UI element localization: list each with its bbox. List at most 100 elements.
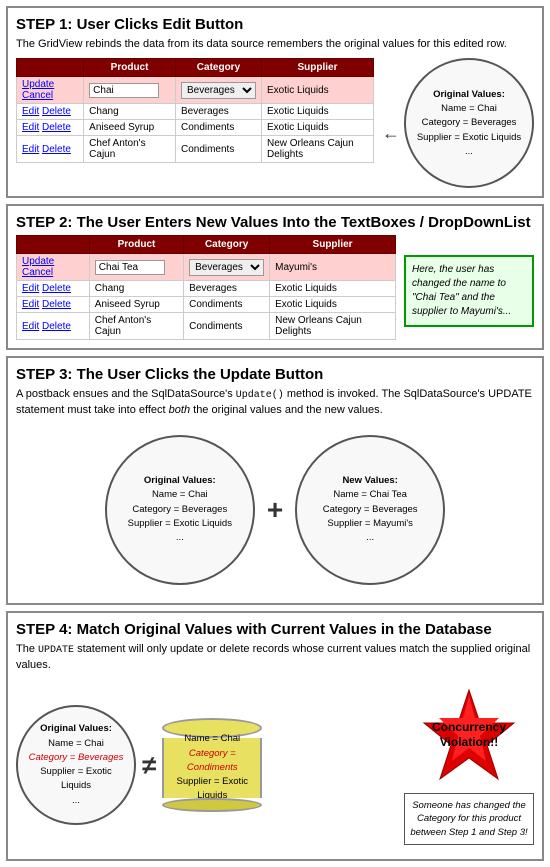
plus-sign: +: [267, 494, 283, 526]
row1-category: Beverages: [175, 104, 261, 120]
s2-cancel-link[interactable]: Cancel: [22, 267, 53, 278]
s4-orig-line3: Supplier = Exotic Liquids: [40, 766, 112, 791]
bubble-content: Original Values: Name = Chai Category = …: [417, 88, 521, 159]
bubble-line2: Category = Beverages: [422, 117, 517, 128]
step1-content: Product Category Supplier Update Cancel: [16, 58, 534, 188]
product-input[interactable]: [89, 83, 159, 98]
s4-orig-ellipsis: ...: [72, 795, 80, 806]
concurrency-star: Concurrency Violation!!: [414, 685, 524, 785]
s2-row2-supplier: Exotic Liquids: [270, 297, 396, 313]
step3-original-text: Original Values: Name = Chai Category = …: [128, 474, 232, 545]
s2-row1-category: Beverages: [184, 281, 270, 297]
s2-delete-link-2[interactable]: Delete: [42, 299, 71, 310]
row3-category: Condiments: [175, 136, 261, 163]
s2-delete-link-1[interactable]: Delete: [42, 283, 71, 294]
both-em: both: [169, 404, 190, 416]
s2-product-input[interactable]: [95, 260, 165, 275]
bubble-line1: Name = Chai: [441, 103, 497, 114]
s2-table-row-edit: Update Cancel Beverages Mayumi's: [17, 254, 396, 281]
category-select[interactable]: Beverages: [181, 82, 256, 99]
s3-new-ellipsis: ...: [366, 532, 374, 543]
step1-description: The GridView rebinds the data from its d…: [16, 37, 534, 52]
s2-edit-link-3[interactable]: Edit: [22, 321, 39, 332]
row2-supplier: Exotic Liquids: [261, 120, 373, 136]
s2-row3-category: Condiments: [184, 313, 270, 340]
step4-orig-text: Original Values: Name = Chai Category = …: [28, 722, 124, 808]
s2-col-category: Category: [184, 236, 270, 254]
step3-original-circle: Original Values: Name = Chai Category = …: [105, 435, 255, 585]
italic-note-text: Someone has changed the Category for thi…: [410, 800, 527, 838]
bubble-title: Original Values:: [433, 89, 505, 100]
s2-edit-category: Beverages: [184, 254, 270, 281]
s2-col-supplier: Supplier: [270, 236, 396, 254]
s2-category-select[interactable]: Beverages: [189, 259, 264, 276]
edit-link-3[interactable]: Edit: [22, 144, 39, 155]
step2-table-wrap: Product Category Supplier Update Cancel: [16, 235, 396, 340]
step4-right: Concurrency Violation!! Someone has chan…: [404, 685, 534, 845]
step1-grid-table: Product Category Supplier Update Cancel: [16, 58, 374, 163]
row1-actions: Edit Delete: [17, 104, 84, 120]
s2-table-row: Edit Delete Aniseed Syrup Condiments Exo…: [17, 297, 396, 313]
col-supplier-header: Supplier: [261, 59, 373, 77]
s2-table-row: Edit Delete Chef Anton's Cajun Condiment…: [17, 313, 396, 340]
s2-edit-supplier: Mayumi's: [270, 254, 396, 281]
arrow-icon: ←: [382, 123, 400, 144]
table-row: Edit Delete Chef Anton's Cajun Condiment…: [17, 136, 374, 163]
db-line2: Category = Condiments: [187, 748, 238, 773]
step4-db-cylinder: Name = Chai Category = Condiments Suppli…: [162, 718, 262, 812]
s3-new-line2: Category = Beverages: [323, 504, 418, 515]
s2-col-actions: [17, 236, 90, 254]
s2-row3-actions: Edit Delete: [17, 313, 90, 340]
s3-orig-ellipsis: ...: [176, 532, 184, 543]
s3-new-line1: Name = Chai Tea: [333, 489, 407, 500]
s3-orig-line2: Category = Beverages: [132, 504, 227, 515]
edit-link-1[interactable]: Edit: [22, 106, 39, 117]
step4-section: STEP 4: Match Original Values with Curre…: [6, 611, 544, 861]
s3-new-line3: Supplier = Mayumi's: [327, 518, 413, 529]
step1-section: STEP 1: User Clicks Edit Button The Grid…: [6, 6, 544, 198]
col-actions-header: [17, 59, 84, 77]
edit-link-2[interactable]: Edit: [22, 122, 39, 133]
step2-title: STEP 2: The User Enters New Values Into …: [16, 214, 534, 231]
update-link[interactable]: Update: [22, 79, 54, 90]
step1-title: STEP 1: User Clicks Edit Button: [16, 16, 534, 33]
s2-row2-product: Aniseed Syrup: [89, 297, 183, 313]
concurrency-label: Concurrency Violation!!: [414, 720, 524, 751]
delete-link-1[interactable]: Delete: [42, 106, 71, 117]
s3-orig-line3: Supplier = Exotic Liquids: [128, 518, 232, 529]
table-row: Edit Delete Aniseed Syrup Condiments Exo…: [17, 120, 374, 136]
edit-row-product: [84, 77, 176, 104]
s2-edit-actions: Update Cancel: [17, 254, 90, 281]
s2-col-product: Product: [89, 236, 183, 254]
s2-edit-product: [89, 254, 183, 281]
s2-edit-link-1[interactable]: Edit: [22, 283, 39, 294]
db-line1: Name = Chai: [184, 733, 240, 744]
row2-actions: Edit Delete: [17, 120, 84, 136]
step3-new-circle: New Values: Name = Chai Tea Category = B…: [295, 435, 445, 585]
s2-delete-link-3[interactable]: Delete: [42, 321, 71, 332]
step3-title: STEP 3: The User Clicks the Update Butto…: [16, 366, 534, 383]
delete-link-2[interactable]: Delete: [42, 122, 71, 133]
cylinder-body: Name = Chai Category = Condiments Suppli…: [162, 738, 262, 798]
col-product-header: Product: [84, 59, 176, 77]
step2-section: STEP 2: The User Enters New Values Into …: [6, 204, 544, 350]
row2-category: Condiments: [175, 120, 261, 136]
s3-new-title: New Values:: [342, 475, 397, 486]
delete-link-3[interactable]: Delete: [42, 144, 71, 155]
italic-note-box: Someone has changed the Category for thi…: [404, 793, 534, 845]
s4-orig-line2: Category = Beverages: [29, 752, 124, 763]
row3-actions: Edit Delete: [17, 136, 84, 163]
cylinder-bottom: [162, 798, 262, 812]
s2-update-link[interactable]: Update: [22, 256, 54, 267]
update-code: Update(): [236, 390, 284, 401]
s2-row1-actions: Edit Delete: [17, 281, 90, 297]
s2-edit-link-2[interactable]: Edit: [22, 299, 39, 310]
s3-orig-line1: Name = Chai: [152, 489, 208, 500]
cancel-link[interactable]: Cancel: [22, 90, 53, 101]
edit-row-actions: Update Cancel: [17, 77, 84, 104]
s2-row3-supplier: New Orleans Cajun Delights: [270, 313, 396, 340]
s2-row2-actions: Edit Delete: [17, 297, 90, 313]
step2-grid-table: Product Category Supplier Update Cancel: [16, 235, 396, 340]
update-code-s4: UPDATE: [38, 645, 74, 656]
step4-content: Original Values: Name = Chai Category = …: [16, 679, 534, 851]
